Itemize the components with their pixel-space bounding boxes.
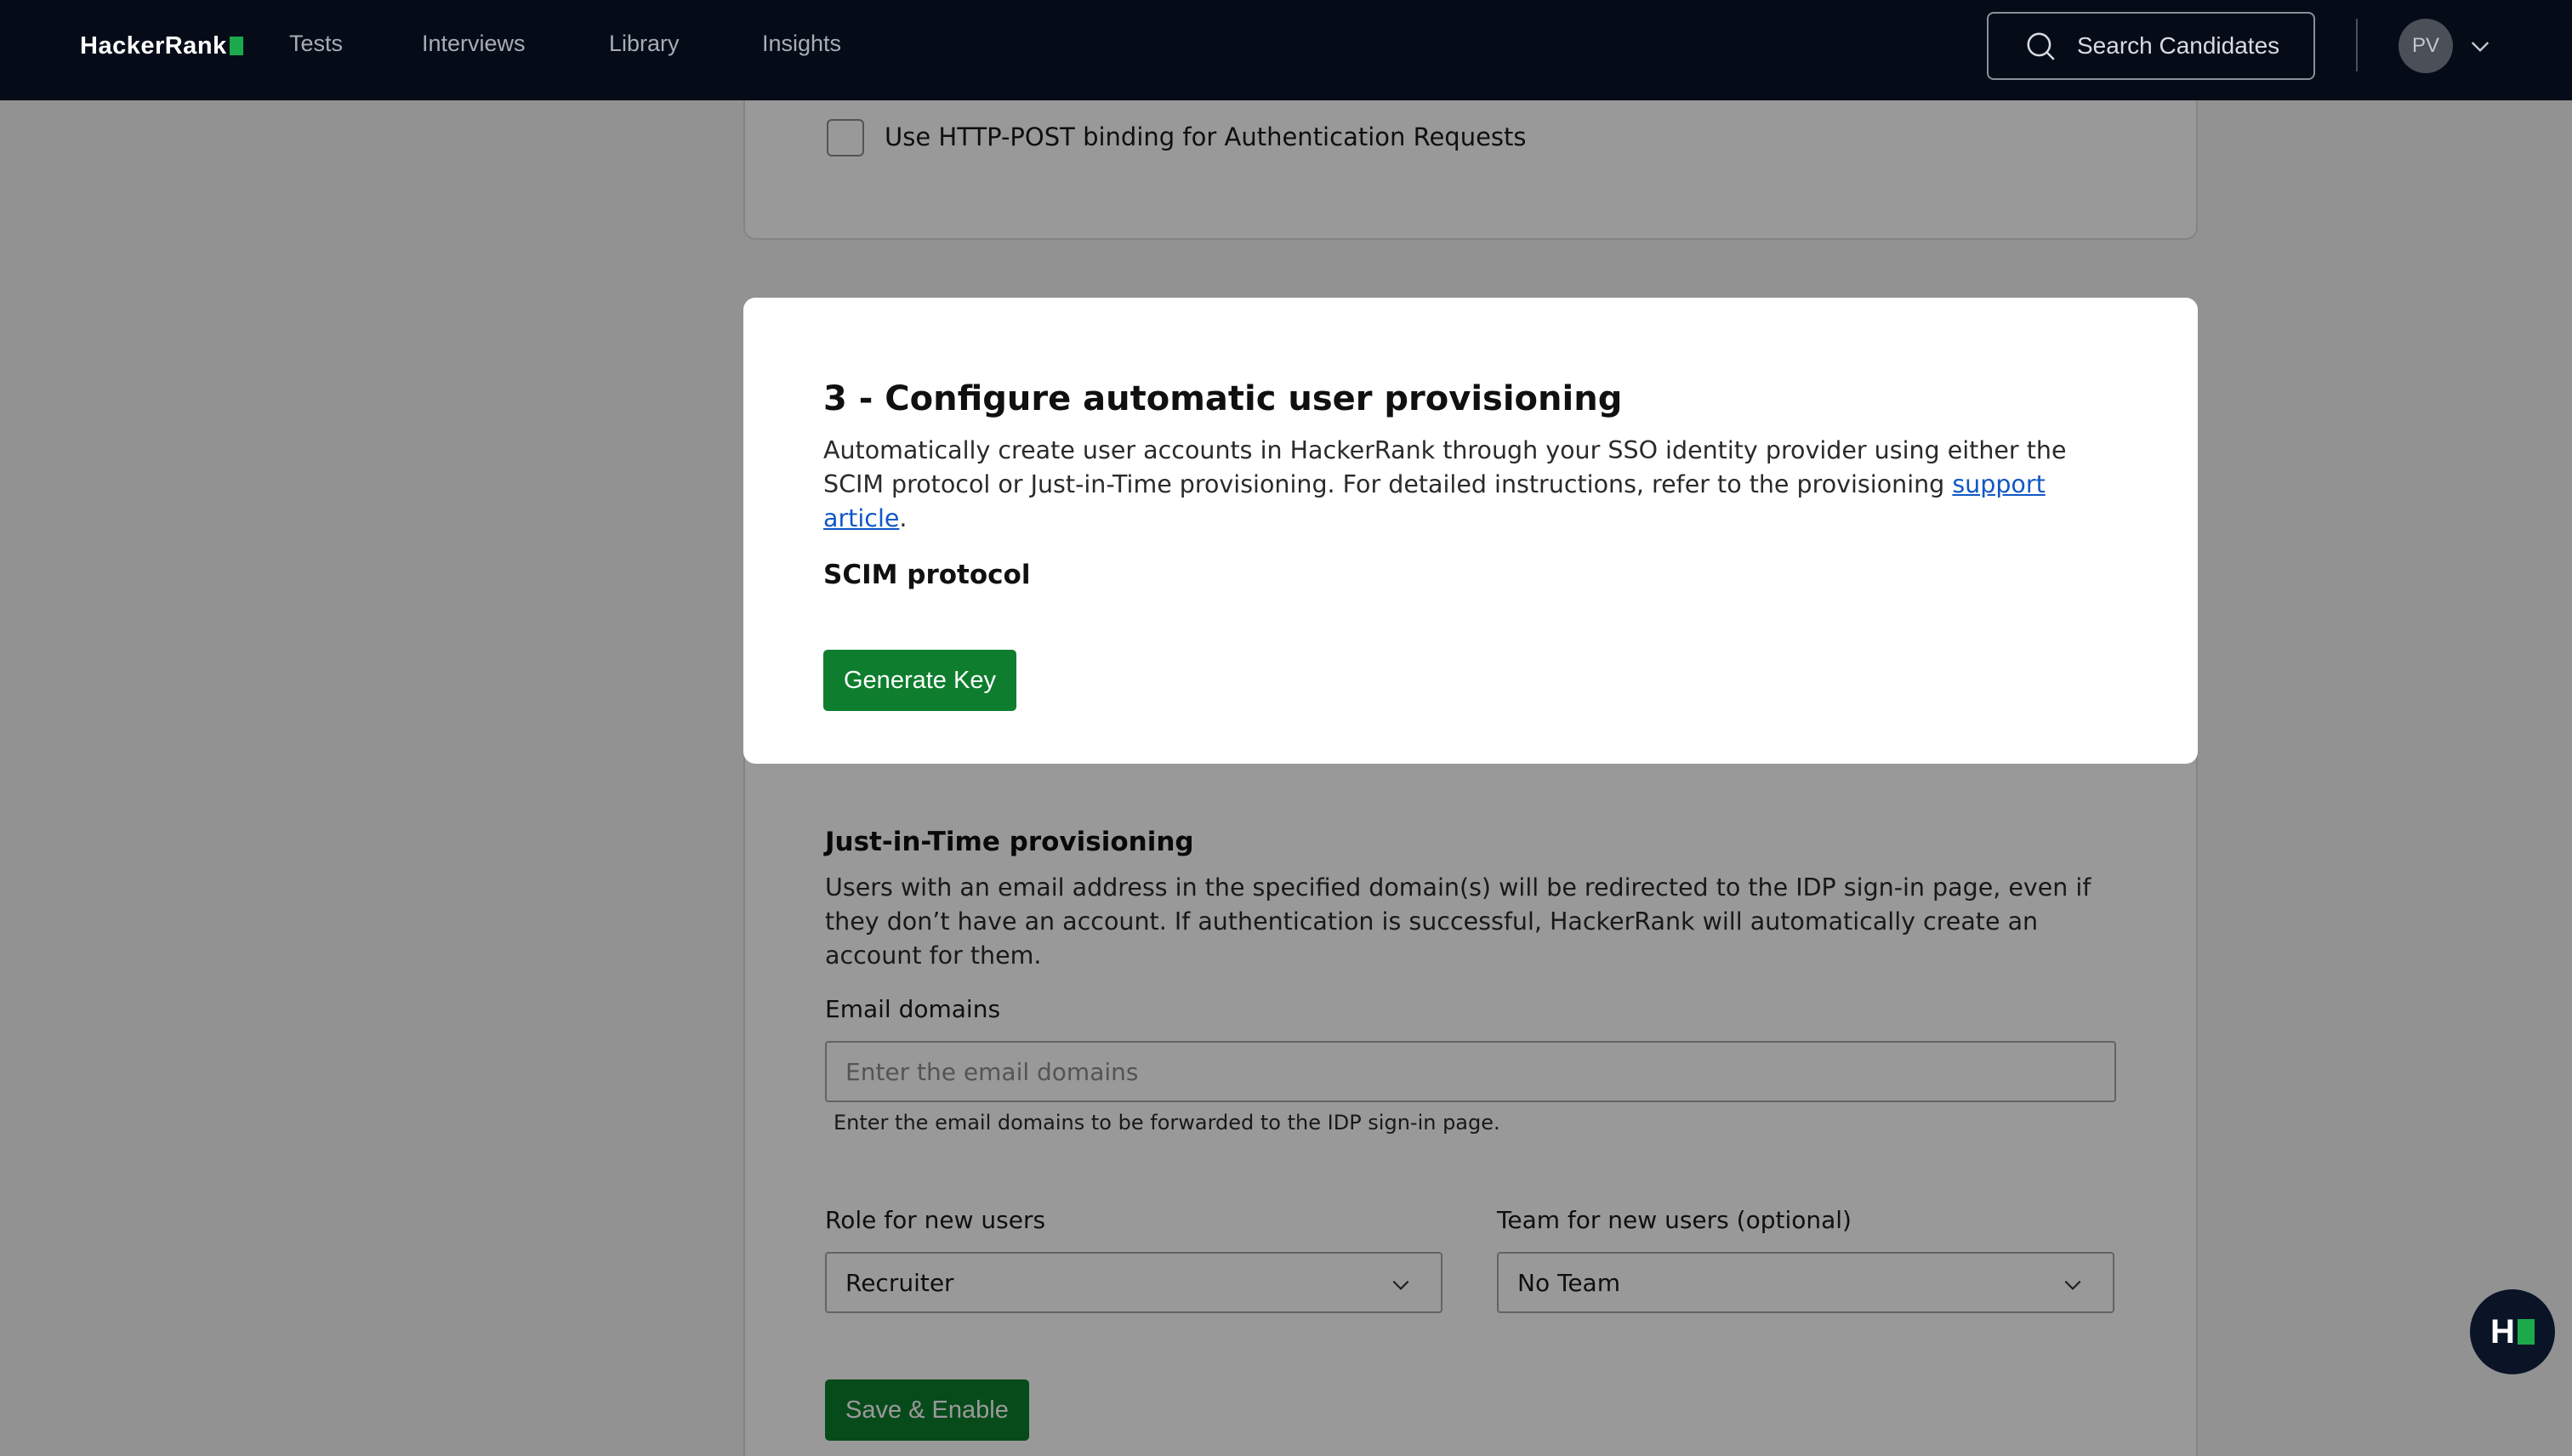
avatar[interactable]: PV	[2398, 19, 2453, 73]
team-label: Team for new users (optional)	[1497, 1206, 1852, 1234]
provisioning-description: Automatically create user accounts in Ha…	[823, 434, 2125, 536]
search-label: Search Candidates	[2077, 32, 2280, 59]
nav-tab-insights[interactable]: Insights	[762, 31, 841, 57]
help-widget-button[interactable]: H	[2470, 1289, 2555, 1374]
search-icon	[2027, 32, 2055, 60]
role-label: Role for new users	[825, 1206, 1046, 1234]
provisioning-title: 3 - Configure automatic user provisionin…	[823, 379, 1623, 418]
email-domains-help: Enter the email domains to be forwarded …	[834, 1111, 1500, 1135]
chevron-down-icon	[2064, 1280, 2081, 1290]
email-domains-label: Email domains	[825, 995, 1001, 1023]
provisioning-description-text: Automatically create user accounts in Ha…	[823, 436, 2067, 498]
chevron-down-icon[interactable]	[2467, 32, 2494, 60]
nav-tab-tests[interactable]: Tests	[289, 31, 343, 57]
highlighted-section: 3 - Configure automatic user provisionin…	[743, 298, 2198, 764]
team-select-value: No Team	[1517, 1268, 1620, 1297]
chevron-down-icon	[1392, 1280, 1409, 1290]
logo-mark-icon	[229, 37, 243, 55]
email-domains-input[interactable]	[825, 1041, 2116, 1102]
search-candidates-button[interactable]: Search Candidates	[1987, 12, 2315, 80]
http-post-binding-label: Use HTTP-POST binding for Authentication…	[885, 122, 1527, 151]
role-select[interactable]: Recruiter	[825, 1252, 1442, 1313]
nav-tab-library[interactable]: Library	[609, 31, 680, 57]
team-select[interactable]: No Team	[1497, 1252, 2114, 1313]
hackerrank-logo-icon: H	[2490, 1312, 2515, 1351]
logo-mark-icon	[2517, 1319, 2535, 1345]
scim-heading: SCIM protocol	[823, 560, 1031, 590]
top-navigation: HackerRank Tests Interviews Library Insi…	[0, 0, 2572, 100]
generate-key-button[interactable]: Generate Key	[823, 650, 1016, 711]
hackerrank-logo[interactable]: HackerRank	[80, 29, 243, 63]
jit-heading: Just-in-Time provisioning	[825, 827, 1194, 857]
description-end: .	[899, 504, 908, 532]
save-enable-button[interactable]: Save & Enable	[825, 1379, 1029, 1441]
http-post-binding-checkbox[interactable]	[827, 119, 864, 156]
nav-divider	[2356, 19, 2358, 71]
role-select-value: Recruiter	[845, 1268, 954, 1297]
logo-text: HackerRank	[80, 31, 227, 60]
jit-description: Users with an email address in the speci…	[825, 873, 2091, 970]
nav-tab-interviews[interactable]: Interviews	[422, 31, 526, 57]
